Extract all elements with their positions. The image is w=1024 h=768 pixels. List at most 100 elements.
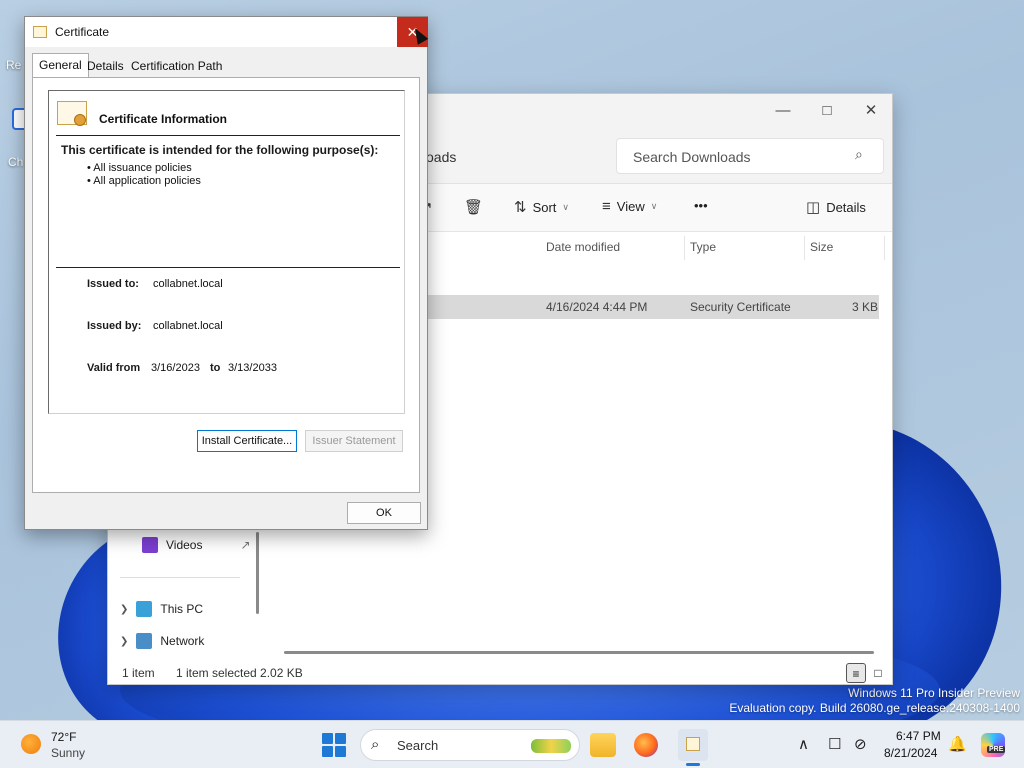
file-type: Security Certificate <box>690 300 791 314</box>
certificate-taskbar-icon[interactable] <box>678 729 708 761</box>
desktop: Re Ch Windows 11 Pro Insider Preview Eva… <box>0 0 1024 720</box>
status-selection: 1 item selected 2.02 KB <box>176 666 303 680</box>
certificate-icon <box>33 26 47 38</box>
column-header-size[interactable]: Size <box>810 240 833 254</box>
view-button[interactable]: ≡ View ∨ <box>602 198 657 215</box>
dialog-titlebar: Certificate ✕ <box>25 17 429 47</box>
issued-to-value: collabnet.local <box>153 278 223 290</box>
display-icon[interactable]: ☐ <box>828 735 841 753</box>
windows-logo-icon <box>322 733 333 744</box>
windows-logo-tile <box>335 733 346 744</box>
divider <box>56 135 400 136</box>
firefox-taskbar-icon[interactable] <box>634 733 658 757</box>
chevron-down-icon: ∨ <box>650 201 658 211</box>
column-separator[interactable] <box>884 236 885 260</box>
issued-by-value: collabnet.local <box>153 320 223 332</box>
nav-item-this-pc[interactable]: ❯ This PC <box>120 601 203 617</box>
general-tab-panel: Certificate Information This certificate… <box>32 77 420 493</box>
close-button[interactable]: ✕ <box>856 98 886 124</box>
info-title: Certificate Information <box>99 112 228 126</box>
search-highlight-icon <box>531 739 571 753</box>
sort-icon: ⇅ <box>514 199 527 216</box>
search-icon: ⌕ <box>855 146 863 162</box>
windows-logo-tile <box>322 746 333 757</box>
maximize-button[interactable]: □ <box>812 98 842 124</box>
tiles-view-toggle[interactable]: □ <box>868 663 888 683</box>
valid-to-value: 3/13/2033 <box>228 362 277 374</box>
windows-logo-tile <box>335 746 346 757</box>
clock-time[interactable]: 6:47 PM <box>896 729 941 743</box>
column-separator[interactable] <box>804 236 805 260</box>
weather-condition[interactable]: Sunny <box>51 746 85 760</box>
certificate-info-frame: Certificate Information This certificate… <box>48 90 405 414</box>
desktop-icon-chrome[interactable]: Ch <box>8 155 23 169</box>
desktop-icon-recycle-bin[interactable]: Re <box>6 58 21 72</box>
chevron-up-icon[interactable]: ∧ <box>798 735 809 753</box>
chevron-right-icon[interactable]: ❯ <box>120 636 128 647</box>
active-app-indicator <box>686 763 700 766</box>
certificate-seal-icon <box>57 101 87 126</box>
details-pane-button[interactable]: ◫ Details <box>806 198 866 216</box>
file-row-selected[interactable] <box>427 295 879 319</box>
weather-sun-icon[interactable] <box>21 734 41 754</box>
minimize-button[interactable]: — <box>768 98 798 124</box>
this-pc-icon <box>136 601 153 617</box>
copilot-icon[interactable]: PRE <box>981 733 1006 757</box>
tab-details[interactable]: Details <box>81 55 130 77</box>
chevron-right-icon[interactable]: ❯ <box>120 604 128 615</box>
certificate-dialog: Certificate ✕ General Details Certificat… <box>24 16 429 530</box>
chevron-down-icon: ∨ <box>562 201 570 212</box>
view-icon: ≡ <box>602 198 611 215</box>
nav-item-network[interactable]: ❯ Network <box>120 633 204 649</box>
column-header-type[interactable]: Type <box>690 240 716 254</box>
sort-label: Sort <box>532 199 557 215</box>
purpose-item: • All application policies <box>87 175 201 187</box>
pin-icon[interactable]: ↗ <box>240 538 250 552</box>
more-options-button[interactable]: ••• <box>694 198 708 213</box>
watermark-build: Evaluation copy. Build 26080.ge_release.… <box>729 701 1020 715</box>
start-button[interactable] <box>322 733 346 757</box>
file-date: 4/16/2024 4:44 PM <box>546 300 648 314</box>
taskbar: 72°F Sunny ⌕ Search ∧ ☐ ⊘ 6:47 PM 8/21/2… <box>0 720 1024 768</box>
search-input[interactable]: Search Downloads ⌕ <box>616 138 884 174</box>
details-label: Details <box>826 199 866 215</box>
purpose-heading: This certificate is intended for the fol… <box>61 143 379 157</box>
details-view-toggle[interactable]: ≡ <box>846 663 866 683</box>
search-icon: ⌕ <box>371 736 380 753</box>
ok-button[interactable]: OK <box>347 502 421 524</box>
sort-button[interactable]: ⇅ Sort ∨ <box>514 198 569 216</box>
taskbar-search-label: Search <box>397 738 439 753</box>
nav-label: Network <box>160 634 205 648</box>
purpose-item: • All issuance policies <box>87 162 192 174</box>
network-status-icon[interactable]: ⊘ <box>854 735 867 753</box>
view-label: View <box>616 199 645 214</box>
horizontal-scrollbar[interactable] <box>284 651 874 654</box>
nav-label: Videos <box>166 538 203 552</box>
nav-scrollbar[interactable] <box>256 532 259 614</box>
network-icon <box>136 633 153 649</box>
issued-to-label: Issued to: <box>87 278 139 290</box>
delete-button[interactable]: 🗑 <box>464 198 483 216</box>
clock-date[interactable]: 8/21/2024 <box>884 746 937 760</box>
divider <box>56 267 400 268</box>
valid-from-value: 3/16/2023 <box>151 362 200 374</box>
valid-to-label: to <box>210 362 221 374</box>
dialog-title: Certificate <box>55 25 110 39</box>
column-separator[interactable] <box>684 236 685 260</box>
column-header-date[interactable]: Date modified <box>546 240 620 254</box>
weather-temperature[interactable]: 72°F <box>51 730 76 744</box>
nav-item-videos[interactable]: Videos ↗ <box>142 537 251 553</box>
valid-from-label: Valid from <box>87 362 141 374</box>
address-path[interactable]: oads <box>426 149 456 165</box>
file-explorer-taskbar-icon[interactable] <box>590 733 616 757</box>
details-pane-icon: ◫ <box>806 199 821 216</box>
install-certificate-button[interactable]: Install Certificate... <box>197 430 297 452</box>
watermark-edition: Windows 11 Pro Insider Preview <box>848 686 1020 700</box>
more-icon: ••• <box>694 198 708 213</box>
notification-bell-icon[interactable]: 🔔 <box>948 735 967 753</box>
tab-certification-path[interactable]: Certification Path <box>125 55 228 77</box>
copilot-badge: PRE <box>987 746 1006 753</box>
taskbar-search[interactable]: ⌕ Search <box>360 729 580 761</box>
search-placeholder: Search Downloads <box>633 149 751 165</box>
file-size: 3 KB <box>852 300 879 314</box>
